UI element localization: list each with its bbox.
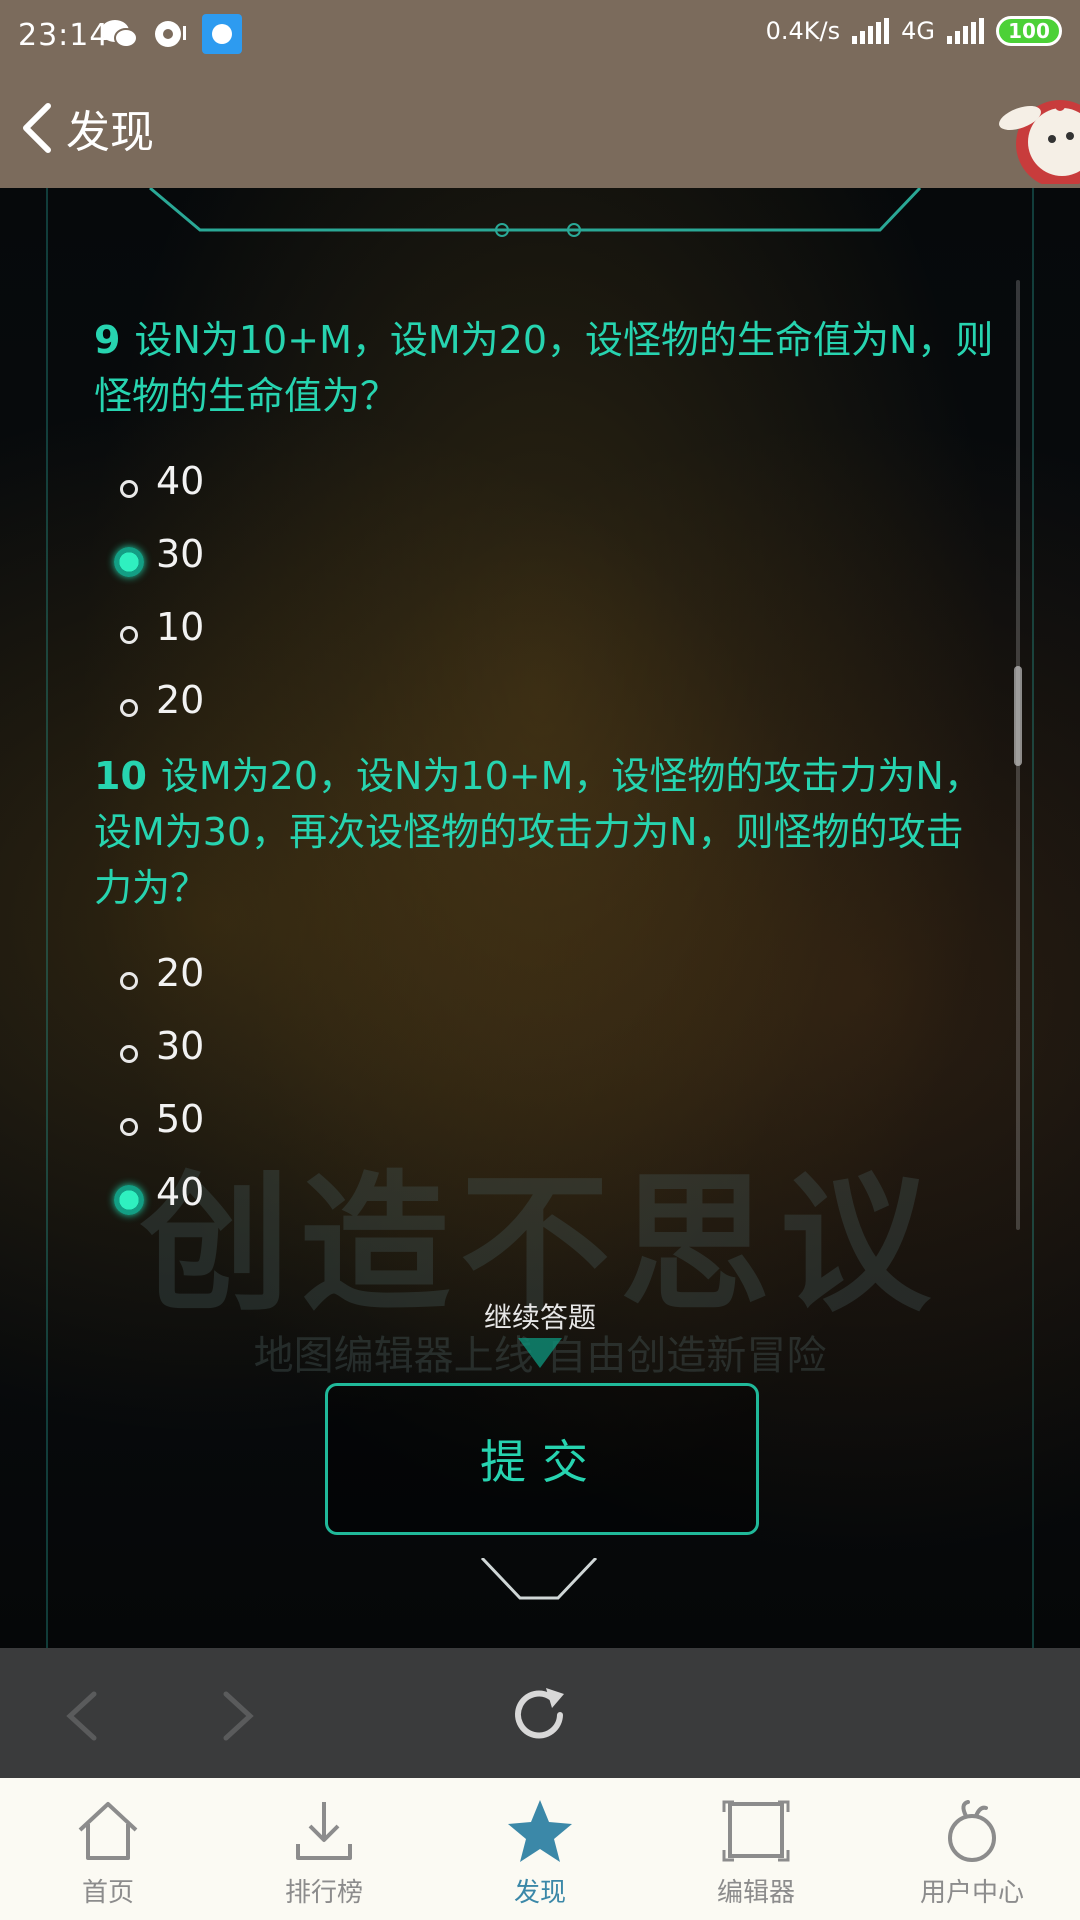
page-title: 发现 <box>66 107 154 158</box>
frame-right-line <box>1032 188 1034 1648</box>
option-label: 20 <box>156 677 205 722</box>
battery-icon: 100 <box>996 16 1062 46</box>
option-label: 40 <box>156 458 205 503</box>
quiz-webview: 创造不思议 地图编辑器上线 自由创造新冒险 9 设N为10+M，设M为20，设怪物… <box>0 188 1080 1648</box>
radio-button-selected[interactable] <box>114 1184 144 1215</box>
option-label: 20 <box>156 950 205 995</box>
radio-button[interactable] <box>120 479 138 498</box>
tab-discover[interactable]: 发现 <box>432 1778 648 1920</box>
signal-icon <box>852 18 890 44</box>
nav-forward-icon[interactable] <box>218 1688 258 1744</box>
tab-home[interactable]: 首页 <box>0 1778 216 1920</box>
option-item[interactable]: 20 <box>94 663 994 736</box>
question-10: 10 设M为20，设N为10+M，设怪物的攻击力为N，设M为30，再次设怪物的攻击… <box>94 748 994 1228</box>
bottom-decoration <box>480 1558 598 1600</box>
back-chevron-icon[interactable] <box>18 98 58 158</box>
option-item[interactable]: 10 <box>94 590 994 663</box>
question-number: 9 <box>94 318 121 362</box>
network-type: 4G <box>901 17 935 45</box>
radio-button[interactable] <box>120 625 138 644</box>
radio-button[interactable] <box>120 698 138 717</box>
title-bar: 发现 <box>0 74 1080 188</box>
mascot-icon[interactable] <box>990 44 1080 184</box>
refresh-icon[interactable] <box>506 1682 572 1748</box>
tab-label: 用户中心 <box>919 1878 1024 1908</box>
scrollbar-thumb[interactable] <box>1014 666 1022 766</box>
option-label: 40 <box>156 1169 205 1214</box>
tab-label: 首页 <box>81 1878 134 1908</box>
question-number: 10 <box>94 754 147 798</box>
radio-button[interactable] <box>120 1044 138 1063</box>
submit-button[interactable]: 提交 <box>325 1383 759 1535</box>
question-text: 9 设N为10+M，设M为20，设怪物的生命值为N，则怪物的生命值为？ <box>94 312 994 424</box>
status-bar: 23:14 0.4K/s 4G 100 <box>0 0 1080 74</box>
down-arrow-icon <box>518 1338 562 1368</box>
tab-leaderboard[interactable]: 排行榜 <box>216 1778 432 1920</box>
submit-label: 提交 <box>480 1435 604 1489</box>
editor-frame-icon <box>722 1800 790 1862</box>
option-label: 30 <box>156 1023 205 1068</box>
frame-left-line <box>46 188 48 1648</box>
tab-editor[interactable]: 编辑器 <box>648 1778 864 1920</box>
option-item[interactable]: 30 <box>94 517 994 590</box>
tab-label: 发现 <box>513 1878 566 1908</box>
star-icon <box>508 1800 572 1862</box>
question-body: 设N为10+M，设M为20，设怪物的生命值为N，则怪物的生命值为？ <box>94 318 994 418</box>
tab-user-center[interactable]: 用户中心 <box>864 1778 1080 1920</box>
status-indicators: 0.4K/s 4G 100 <box>766 16 1062 46</box>
browser-app-icon <box>202 14 242 54</box>
user-center-icon <box>948 1800 996 1862</box>
options-list: 40 30 10 20 <box>94 444 994 736</box>
notification-icons <box>100 14 242 54</box>
radio-button[interactable] <box>120 971 138 990</box>
tab-label: 排行榜 <box>284 1878 363 1908</box>
download-icon <box>296 1802 352 1860</box>
option-item[interactable]: 30 <box>94 1009 994 1082</box>
bottom-tab-bar: 首页 排行榜 发现 编辑器 用户中心 <box>0 1778 1080 1920</box>
radio-button[interactable] <box>120 1117 138 1136</box>
tab-label: 编辑器 <box>716 1878 795 1908</box>
net-speed: 0.4K/s <box>765 17 841 45</box>
wechat-icon <box>100 17 138 51</box>
continue-answering-label[interactable]: 继续答题 <box>0 1296 1080 1336</box>
option-item[interactable]: 20 <box>94 936 994 1009</box>
radio-button-selected[interactable] <box>114 546 144 577</box>
question-text: 10 设M为20，设N为10+M，设怪物的攻击力为N，设M为30，再次设怪物的攻击… <box>94 748 994 916</box>
option-item[interactable]: 50 <box>94 1082 994 1155</box>
option-label: 30 <box>156 531 205 576</box>
option-item[interactable]: 40 <box>94 444 994 517</box>
home-icon <box>78 1802 138 1860</box>
signal-icon-secondary <box>947 18 984 44</box>
qq-icon <box>152 16 188 52</box>
frame-top-decoration <box>149 188 922 237</box>
option-item[interactable]: 40 <box>94 1155 994 1228</box>
option-label: 10 <box>156 604 205 649</box>
option-label: 50 <box>156 1096 205 1141</box>
question-9: 9 设N为10+M，设M为20，设怪物的生命值为N，则怪物的生命值为？ 40 30… <box>94 312 994 736</box>
nav-back-icon[interactable] <box>62 1688 102 1744</box>
question-body: 设M为20，设N为10+M，设怪物的攻击力为N，设M为30，再次设怪物的攻击力为… <box>94 754 982 910</box>
browser-nav-bar <box>0 1648 1080 1778</box>
battery-level: 100 <box>1008 19 1050 43</box>
status-time: 23:14 <box>18 18 110 53</box>
options-list: 20 30 50 40 <box>94 936 994 1228</box>
